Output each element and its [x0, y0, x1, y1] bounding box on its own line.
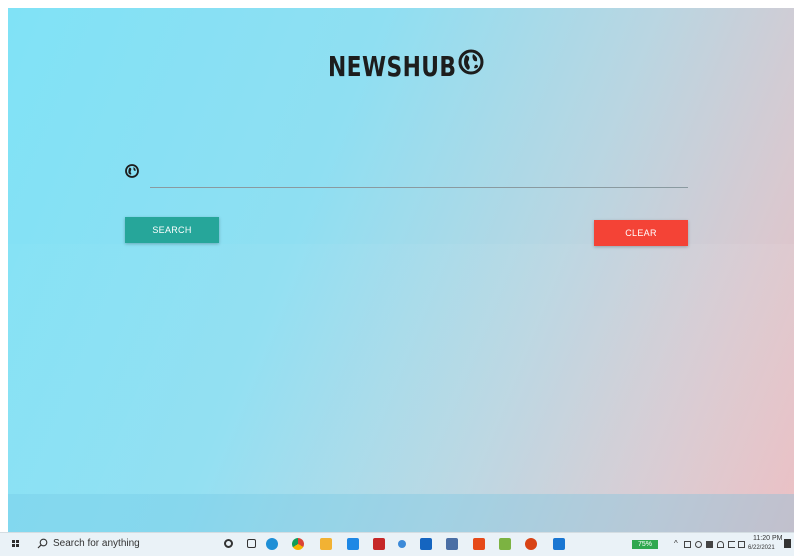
- search-button[interactable]: SEARCH: [125, 217, 219, 243]
- background-strip: [8, 494, 794, 532]
- clock-time[interactable]: 11:20 PM: [753, 535, 782, 542]
- volume-icon[interactable]: [728, 541, 735, 548]
- office-icon[interactable]: [473, 538, 485, 550]
- language-icon[interactable]: [738, 541, 745, 548]
- taskbar-search-box[interactable]: Search for anything: [53, 538, 140, 549]
- mail-icon[interactable]: [420, 538, 432, 550]
- app-icon[interactable]: [525, 538, 537, 550]
- windows-taskbar: Search for anything 75% ^ 11:20 PM 6/22/…: [0, 532, 794, 556]
- chrome-icon[interactable]: [292, 538, 304, 550]
- background-band: [8, 244, 794, 494]
- wifi-icon[interactable]: [717, 541, 724, 548]
- globe-icon: [125, 164, 139, 178]
- store-icon[interactable]: [347, 538, 359, 550]
- globe-icon: [458, 49, 484, 75]
- task-view-icon[interactable]: [247, 539, 256, 548]
- photos-icon[interactable]: [553, 538, 565, 550]
- search-input[interactable]: [150, 164, 688, 188]
- cortana-icon[interactable]: [224, 539, 233, 548]
- windows-start-icon[interactable]: [12, 540, 20, 548]
- notification-icon[interactable]: [784, 539, 791, 548]
- search-icon: [37, 538, 48, 549]
- clock-date[interactable]: 6/22/2021: [748, 545, 775, 551]
- network-icon[interactable]: [684, 541, 691, 548]
- file-explorer-icon[interactable]: [320, 538, 332, 550]
- chevron-up-icon[interactable]: ^: [674, 539, 678, 548]
- app-window: NEWSHUB SEARCH CLEAR: [8, 8, 794, 532]
- app-icon[interactable]: [499, 538, 511, 550]
- battery-indicator[interactable]: 75%: [632, 540, 658, 549]
- display-icon[interactable]: [706, 541, 713, 548]
- app-icon[interactable]: [398, 540, 406, 548]
- app-title: NEWSHUB: [328, 49, 457, 83]
- app-icon[interactable]: [446, 538, 458, 550]
- cloud-icon[interactable]: [695, 541, 702, 548]
- app-logo: NEWSHUB: [328, 46, 484, 86]
- mcafee-icon[interactable]: [373, 538, 385, 550]
- edge-icon[interactable]: [266, 538, 278, 550]
- clear-button[interactable]: CLEAR: [594, 220, 688, 246]
